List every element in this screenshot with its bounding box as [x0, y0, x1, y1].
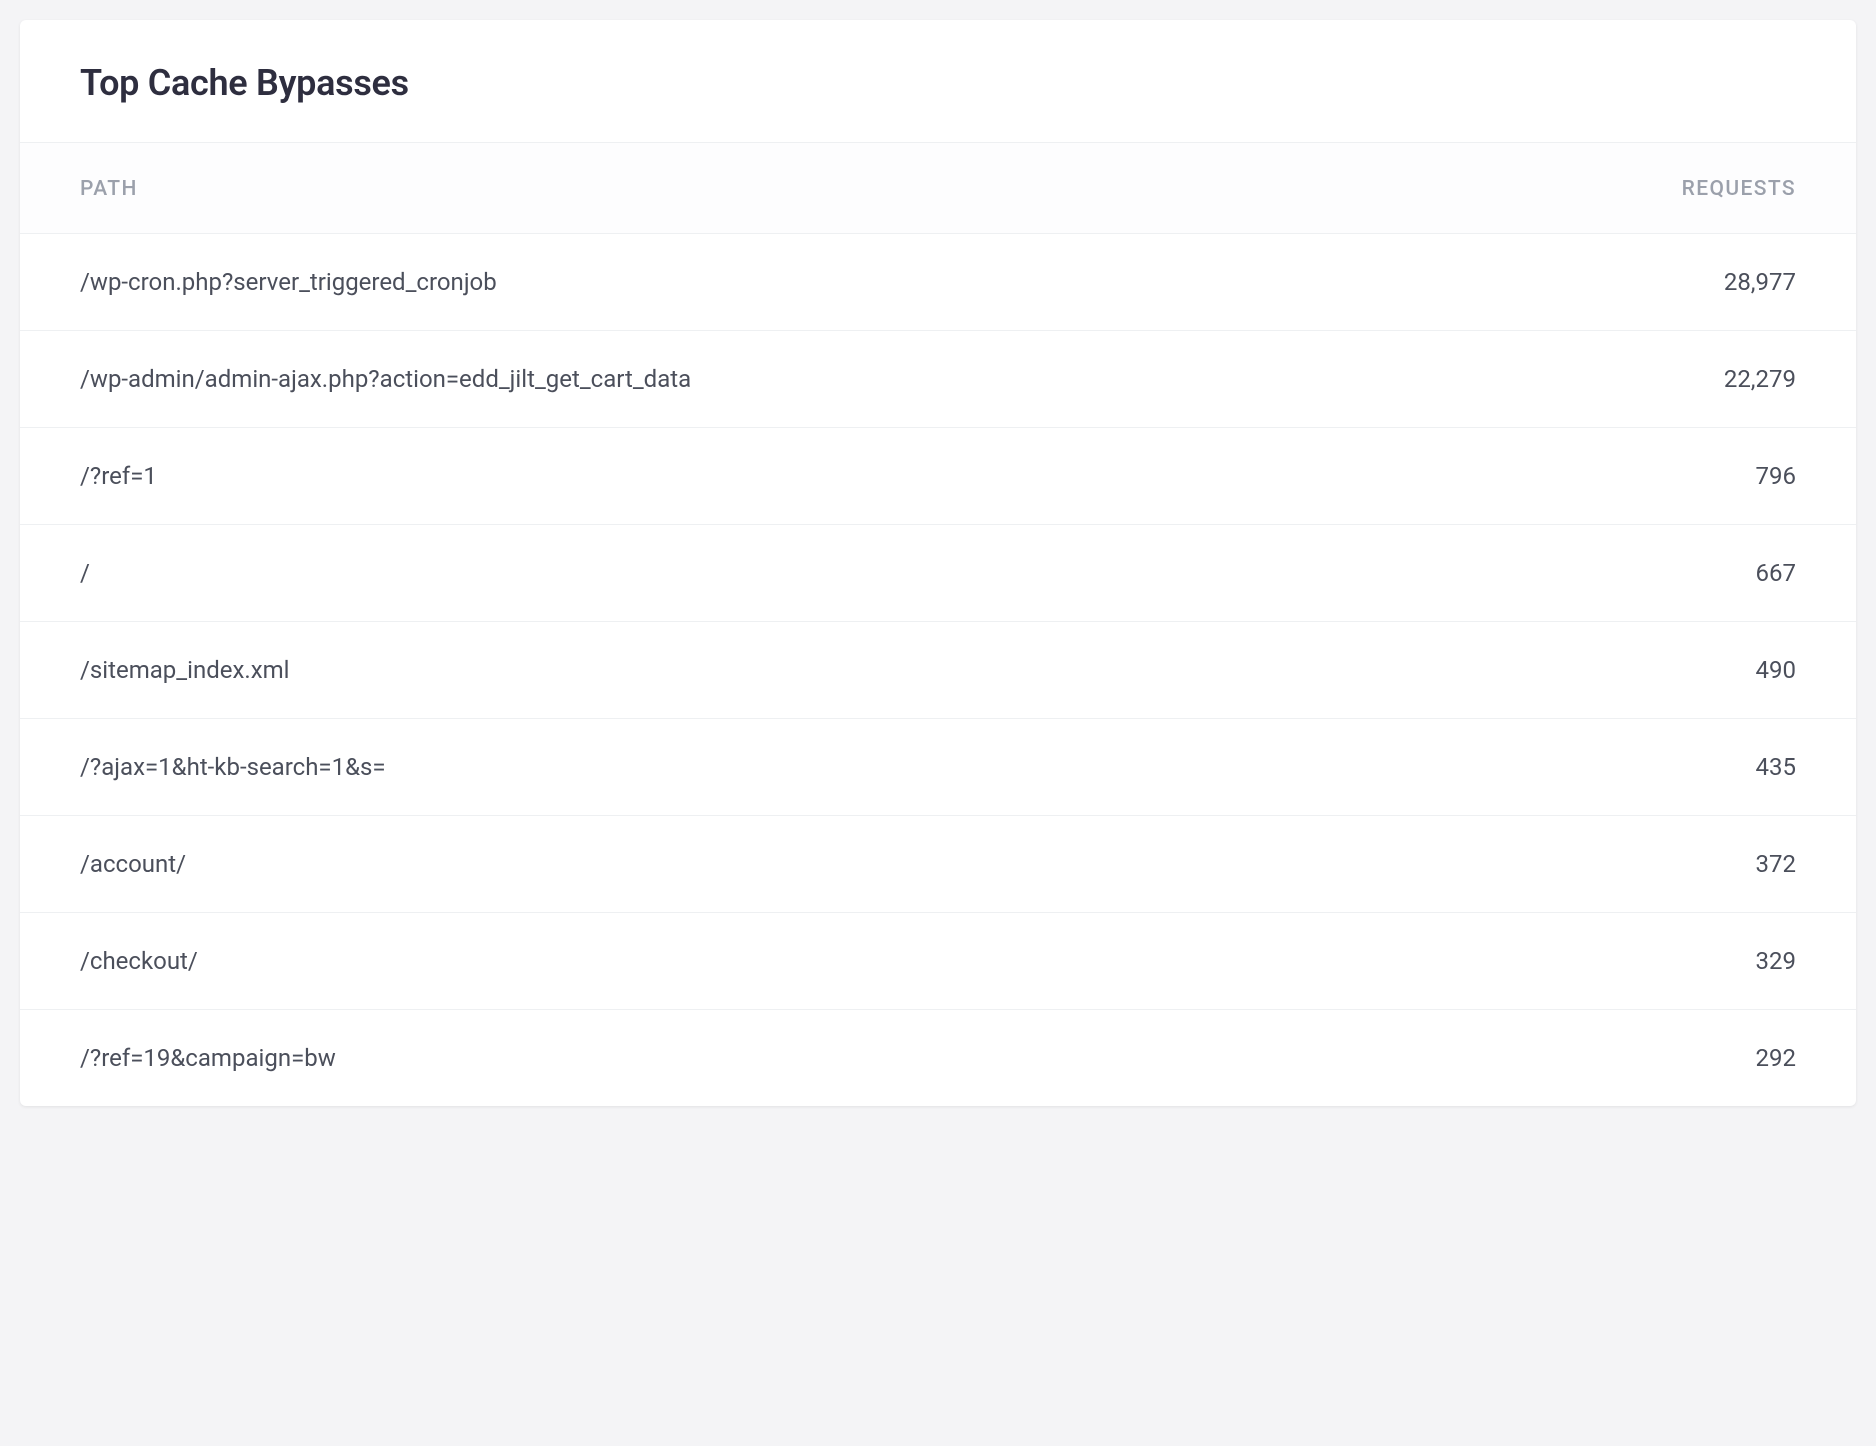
path-cell: / — [80, 559, 1756, 587]
requests-cell: 490 — [1756, 656, 1796, 684]
path-cell: /?ref=19&campaign=bw — [80, 1044, 1756, 1072]
path-cell: /?ref=1 — [80, 462, 1756, 490]
table-row[interactable]: /wp-cron.php?server_triggered_cronjob28,… — [20, 234, 1856, 331]
table-row[interactable]: /account/372 — [20, 816, 1856, 913]
table-row[interactable]: /wp-admin/admin-ajax.php?action=edd_jilt… — [20, 331, 1856, 428]
table-row[interactable]: /checkout/329 — [20, 913, 1856, 1010]
table-header: PATH REQUESTS — [20, 143, 1856, 234]
table-row[interactable]: /?ajax=1&ht-kb-search=1&s=435 — [20, 719, 1856, 816]
path-cell: /account/ — [80, 850, 1756, 878]
requests-cell: 435 — [1756, 753, 1796, 781]
table-body: /wp-cron.php?server_triggered_cronjob28,… — [20, 234, 1856, 1106]
table-row[interactable]: /?ref=1796 — [20, 428, 1856, 525]
requests-cell: 372 — [1756, 850, 1796, 878]
requests-cell: 28,977 — [1724, 268, 1796, 296]
path-cell: /sitemap_index.xml — [80, 656, 1756, 684]
path-cell: /wp-cron.php?server_triggered_cronjob — [80, 268, 1724, 296]
path-cell: /?ajax=1&ht-kb-search=1&s= — [80, 753, 1756, 781]
column-header-requests[interactable]: REQUESTS — [1682, 177, 1796, 201]
cache-bypasses-card: Top Cache Bypasses PATH REQUESTS /wp-cro… — [20, 20, 1856, 1106]
requests-cell: 22,279 — [1724, 365, 1796, 393]
table-row[interactable]: /sitemap_index.xml490 — [20, 622, 1856, 719]
table-row[interactable]: /?ref=19&campaign=bw292 — [20, 1010, 1856, 1106]
table-row[interactable]: /667 — [20, 525, 1856, 622]
requests-cell: 796 — [1756, 462, 1796, 490]
card-title: Top Cache Bypasses — [80, 62, 1796, 104]
path-cell: /wp-admin/admin-ajax.php?action=edd_jilt… — [80, 365, 1724, 393]
requests-cell: 329 — [1756, 947, 1796, 975]
requests-cell: 292 — [1756, 1044, 1796, 1072]
requests-cell: 667 — [1756, 559, 1796, 587]
card-header: Top Cache Bypasses — [20, 20, 1856, 143]
column-header-path[interactable]: PATH — [80, 177, 138, 201]
path-cell: /checkout/ — [80, 947, 1756, 975]
